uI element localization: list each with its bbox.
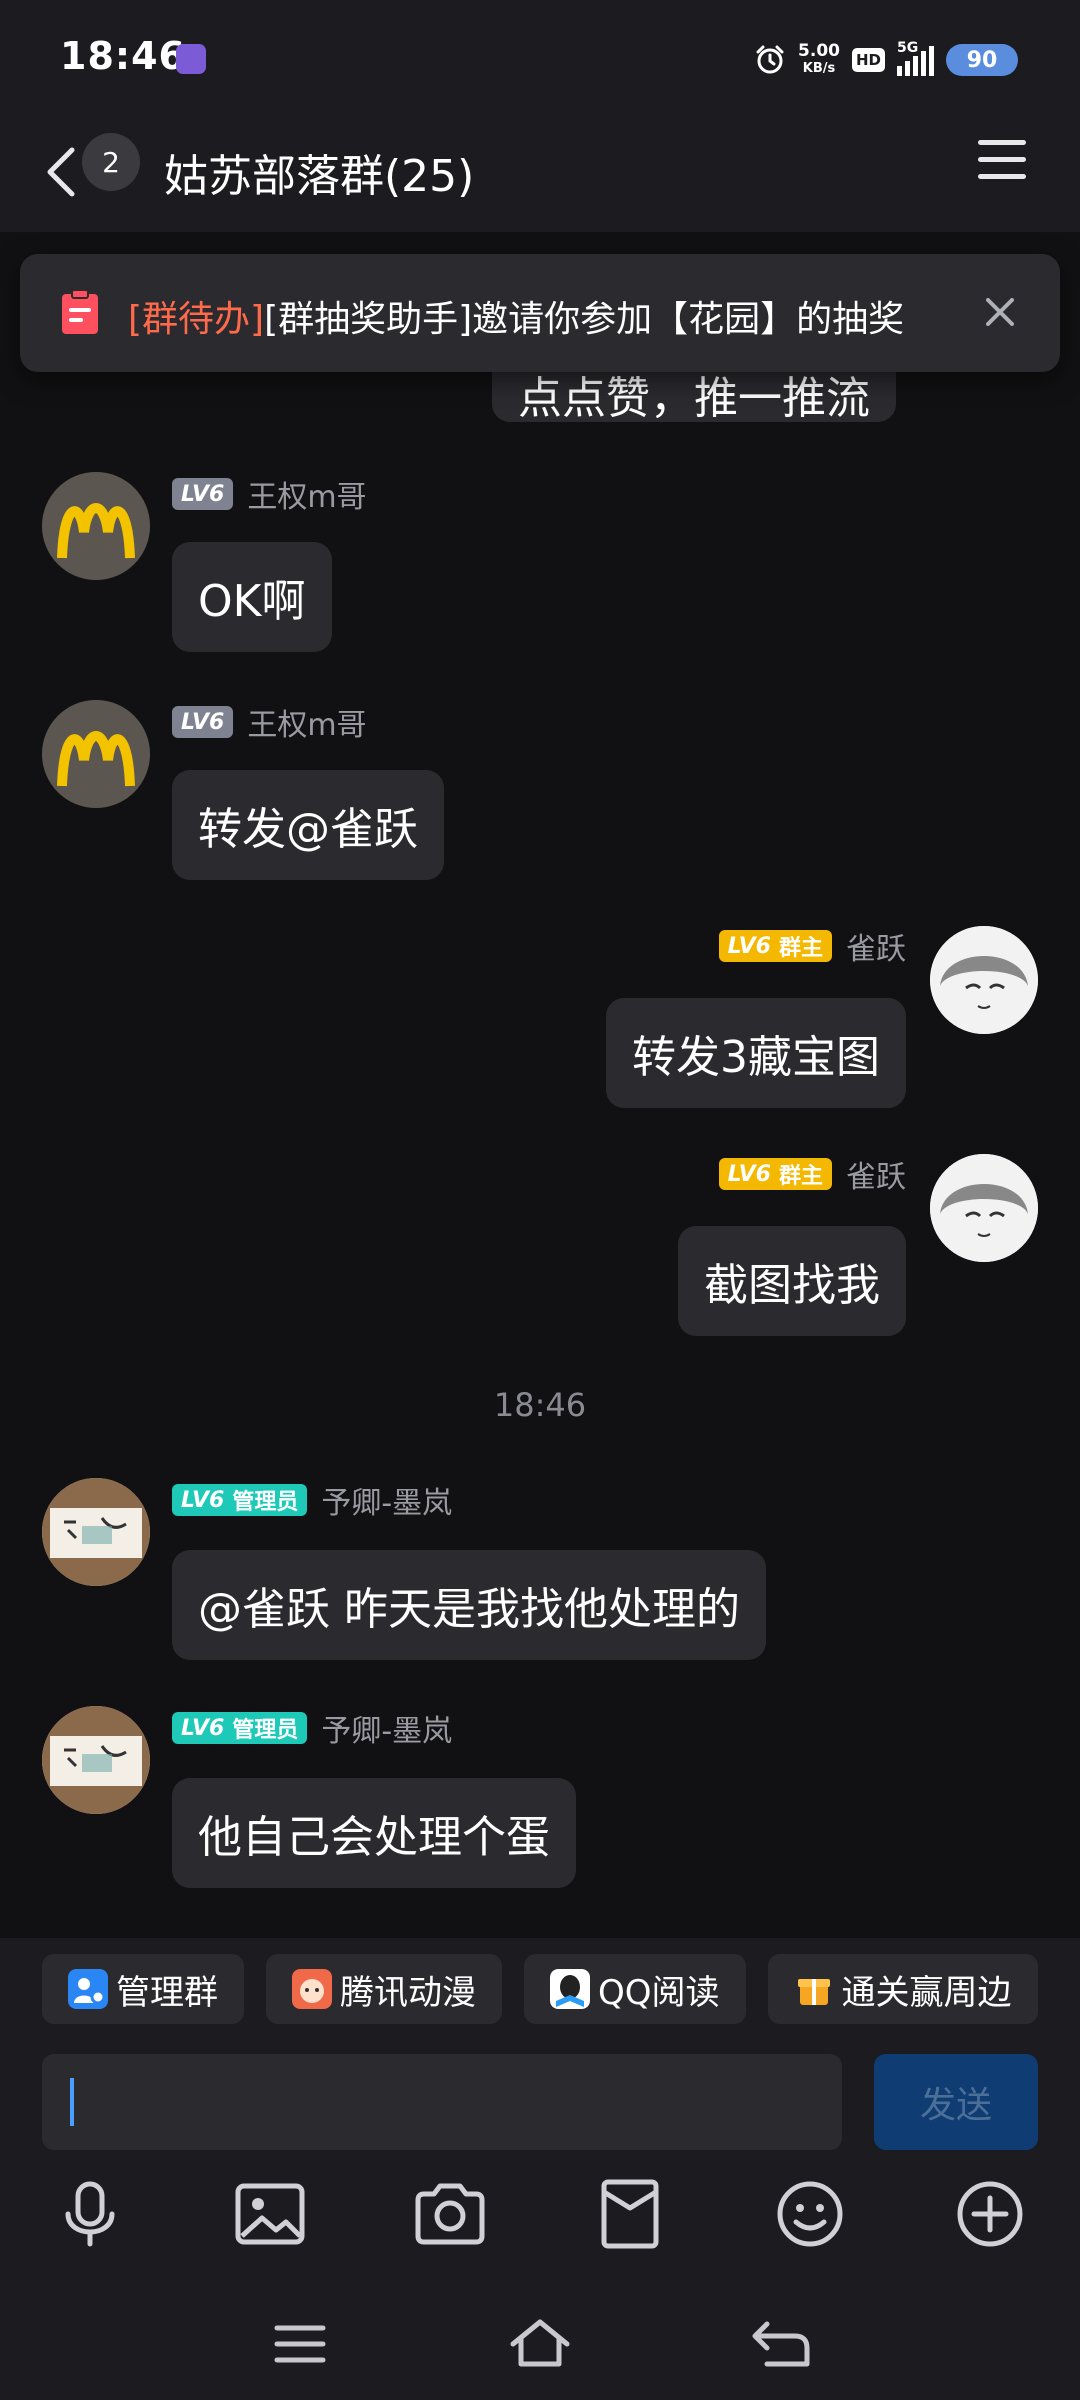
notice-tag: [群待办]: [128, 299, 265, 340]
home-icon[interactable]: [505, 2314, 575, 2374]
calligraphy-avatar-icon: [42, 1706, 150, 1814]
sender-name[interactable]: 王权m哥: [247, 700, 366, 744]
quick-action-rewards[interactable]: 通关赢周边: [767, 1954, 1038, 2024]
mcdonalds-avatar-icon: [42, 700, 150, 808]
notification-app-icon: [176, 44, 206, 74]
plus-icon[interactable]: [950, 2174, 1030, 2254]
sender-row: LV6 管理员 予卿-墨岚: [172, 1706, 452, 1750]
close-icon[interactable]: [980, 292, 1020, 332]
network-speed: 5.00 KB/s: [798, 41, 840, 77]
status-time: 18:46: [60, 34, 186, 78]
sender-name[interactable]: 予卿-墨岚: [321, 1706, 452, 1750]
tencent-comic-icon: [292, 1969, 332, 2009]
battery-indicator: 90: [946, 44, 1018, 76]
quick-action-manage-group[interactable]: 管理群: [42, 1954, 244, 2024]
chat-area[interactable]: [群待办][群抽奖助手]邀请你参加【花园】的抽奖 点点赞，推一推流 LV6 王权…: [0, 232, 1080, 1938]
status-bar: 18:46 5.00 KB/s HD 5G 90: [0, 0, 1080, 112]
recent-apps-icon[interactable]: [265, 2314, 335, 2374]
owner-badge: LV6 群主: [718, 930, 832, 962]
signal-icon: 5G: [897, 40, 934, 76]
quick-action-bar: 管理群 腾讯动漫 QQ阅读 通关赢周边: [42, 1954, 1038, 2024]
toolbar: [0, 2174, 1080, 2274]
sender-row: LV6 管理员 予卿-墨岚: [172, 1478, 452, 1522]
manage-group-icon: [68, 1969, 108, 2009]
red-packet-icon[interactable]: [590, 2174, 670, 2254]
sender-name[interactable]: 王权m哥: [247, 472, 366, 516]
message-timestamp: 18:46: [493, 1386, 587, 1424]
level-badge: LV6: [172, 478, 234, 510]
gift-icon: [797, 1979, 830, 2005]
page-title: 姑苏部落群(25): [164, 151, 475, 202]
avatar[interactable]: [930, 926, 1038, 1034]
sender-row: LV6 王权m哥: [172, 472, 367, 516]
anime-avatar-icon: [930, 1154, 1038, 1262]
menu-icon[interactable]: [978, 140, 1026, 184]
sender-row: LV6 群主 雀跃: [718, 1152, 906, 1196]
message-input[interactable]: [42, 2054, 842, 2150]
level-badge: LV6: [172, 706, 234, 738]
quick-action-qq-reading[interactable]: QQ阅读: [524, 1954, 746, 2024]
message-bubble[interactable]: 转发3藏宝图: [606, 998, 906, 1108]
avatar[interactable]: [42, 472, 150, 580]
system-navigation-bar: [0, 2300, 1080, 2400]
quick-action-tencent-comic[interactable]: 腾讯动漫: [266, 1954, 502, 2024]
avatar[interactable]: [930, 1154, 1038, 1262]
sender-name[interactable]: 雀跃: [846, 924, 906, 968]
sender-name[interactable]: 雀跃: [846, 1152, 906, 1196]
message-bubble[interactable]: 转发@雀跃: [172, 770, 444, 880]
text-caret: [70, 2078, 74, 2126]
alarm-icon: [756, 45, 784, 74]
chat-header: [0, 112, 1080, 232]
message-bubble[interactable]: OK啊: [172, 542, 332, 652]
notice-text: [群待办][群抽奖助手]邀请你参加【花园】的抽奖: [128, 299, 905, 340]
avatar[interactable]: [42, 700, 150, 808]
input-panel: 管理群 腾讯动漫 QQ阅读 通关赢周边 发送: [0, 1938, 1080, 2400]
camera-icon[interactable]: [410, 2174, 490, 2254]
microphone-icon[interactable]: [50, 2174, 130, 2254]
mcdonalds-avatar-icon: [42, 472, 150, 580]
unread-count-badge[interactable]: 2: [82, 133, 140, 191]
sender-row: LV6 王权m哥: [172, 700, 367, 744]
admin-badge: LV6 管理员: [172, 1484, 308, 1516]
sender-row: LV6 群主 雀跃: [718, 924, 906, 968]
group-todo-notice[interactable]: [群待办][群抽奖助手]邀请你参加【花园】的抽奖: [20, 254, 1060, 372]
admin-badge: LV6 管理员: [172, 1712, 308, 1744]
hd-badge: HD: [851, 48, 885, 72]
anime-avatar-icon: [930, 926, 1038, 1034]
qq-reading-icon: [550, 1969, 590, 2009]
send-button[interactable]: 发送: [874, 2054, 1038, 2150]
emoji-icon[interactable]: [770, 2174, 850, 2254]
owner-badge: LV6 群主: [718, 1158, 832, 1190]
image-icon[interactable]: [230, 2174, 310, 2254]
clipboard-icon: [62, 289, 98, 334]
message-bubble[interactable]: 截图找我: [678, 1226, 906, 1336]
message-bubble[interactable]: @雀跃 昨天是我找他处理的: [172, 1550, 766, 1660]
calligraphy-avatar-icon: [42, 1478, 150, 1586]
avatar[interactable]: [42, 1706, 150, 1814]
status-indicators: 5.00 KB/s HD 5G 90: [754, 38, 1018, 82]
message-bubble[interactable]: 他自己会处理个蛋: [172, 1778, 576, 1888]
back-icon[interactable]: [745, 2314, 815, 2374]
sender-name[interactable]: 予卿-墨岚: [321, 1478, 452, 1522]
avatar[interactable]: [42, 1478, 150, 1586]
